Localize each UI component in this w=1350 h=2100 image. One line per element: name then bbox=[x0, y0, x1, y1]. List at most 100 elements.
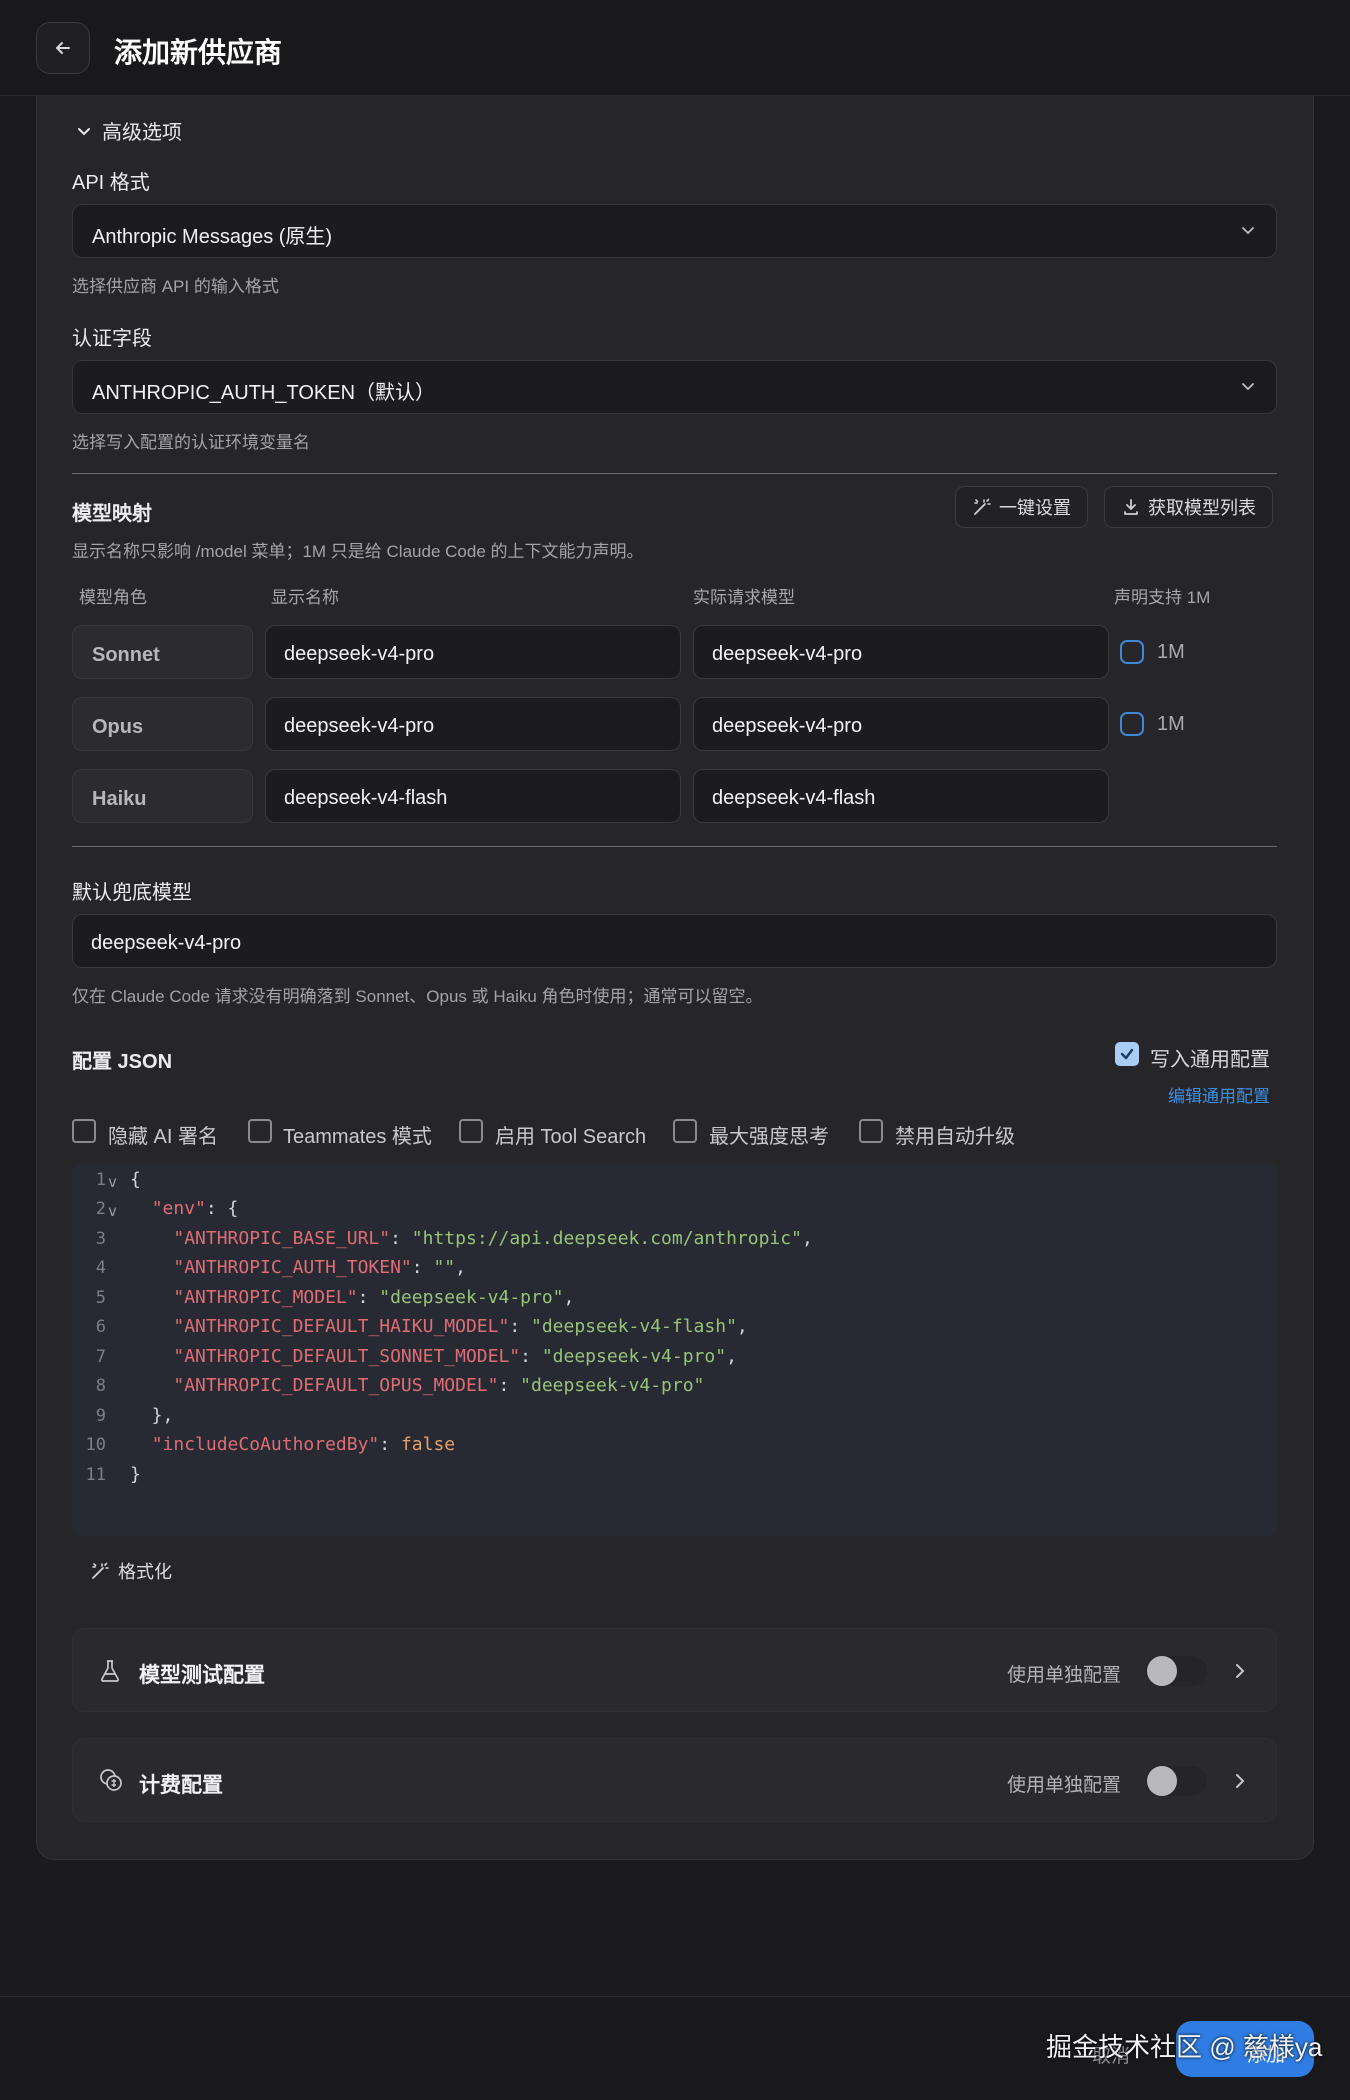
line-number: 6 bbox=[95, 1317, 106, 1337]
line-number: 8 bbox=[95, 1376, 106, 1396]
code-line: } bbox=[130, 1464, 141, 1485]
role-opus: Opus bbox=[72, 697, 253, 751]
line-number: 5 bbox=[95, 1288, 106, 1308]
billing-config-section[interactable]: 计费配置 使用单独配置 bbox=[72, 1738, 1277, 1822]
footer-bar: 取消 添加 掘金技术社区 @ 慈様ya bbox=[0, 1996, 1350, 2100]
sonnet-display-input[interactable]: deepseek-v4-pro bbox=[265, 625, 681, 679]
code-line: }, bbox=[130, 1405, 174, 1426]
column-role: 模型角色 bbox=[79, 588, 147, 607]
line-number: 9 bbox=[95, 1406, 106, 1426]
divider bbox=[72, 846, 1277, 847]
back-button[interactable] bbox=[36, 22, 90, 74]
api-format-select[interactable]: Anthropic Messages (原生) bbox=[72, 204, 1277, 258]
api-format-hint: 选择供应商 API 的输入格式 bbox=[72, 277, 279, 296]
magic-wand-icon bbox=[92, 1562, 109, 1579]
tool-search-label: 启用 Tool Search bbox=[495, 1126, 647, 1148]
config-json-title: 配置 JSON bbox=[72, 1051, 173, 1073]
code-line: "ANTHROPIC_AUTH_TOKEN": "", bbox=[173, 1257, 466, 1278]
code-line: "includeCoAuthoredBy": false bbox=[151, 1434, 456, 1455]
billing-config-title: 计费配置 bbox=[139, 1774, 223, 1797]
tool-search-checkbox[interactable] bbox=[459, 1119, 483, 1143]
max-thinking-checkbox[interactable] bbox=[673, 1119, 697, 1143]
billing-toggle[interactable] bbox=[1145, 1766, 1207, 1796]
fallback-model-label: 默认兜底模型 bbox=[72, 882, 192, 904]
column-support-1m: 声明支持 1M bbox=[1114, 588, 1211, 607]
code-line: "ANTHROPIC_DEFAULT_OPUS_MODEL": "deepsee… bbox=[173, 1375, 705, 1396]
sonnet-1m-label: 1M bbox=[1157, 641, 1185, 663]
code-line: "ANTHROPIC_DEFAULT_HAIKU_MODEL": "deepse… bbox=[173, 1316, 748, 1337]
column-actual-model: 实际请求模型 bbox=[693, 588, 795, 607]
fetch-model-list-button[interactable]: 获取模型列表 bbox=[1104, 486, 1273, 528]
write-common-label: 写入通用配置 bbox=[1150, 1049, 1270, 1071]
model-mapping-title: 模型映射 bbox=[72, 503, 152, 525]
edit-common-link[interactable]: 编辑通用配置 bbox=[1168, 1082, 1270, 1107]
one-click-setup-label: 一键设置 bbox=[999, 498, 1071, 518]
haiku-actual-input[interactable]: deepseek-v4-flash bbox=[693, 769, 1109, 823]
coins-icon bbox=[100, 1769, 122, 1791]
line-number: 1 bbox=[95, 1170, 106, 1190]
arrow-left-icon bbox=[56, 42, 70, 54]
auth-field-label: 认证字段 bbox=[72, 328, 152, 350]
code-line: "ANTHROPIC_BASE_URL": "https://api.deeps… bbox=[173, 1228, 813, 1249]
chevron-down-icon bbox=[1242, 227, 1254, 235]
write-common-checkbox[interactable] bbox=[1115, 1042, 1139, 1066]
chevron-right-icon[interactable] bbox=[1233, 1772, 1247, 1790]
chevron-down-icon bbox=[78, 127, 90, 135]
hide-ai-signature-label: 隐藏 AI 署名 bbox=[108, 1126, 219, 1148]
teammates-mode-checkbox[interactable] bbox=[248, 1119, 272, 1143]
magic-wand-icon bbox=[974, 498, 991, 515]
one-click-setup-button[interactable]: 一键设置 bbox=[955, 486, 1088, 528]
line-number: 7 bbox=[95, 1347, 106, 1367]
code-line: { bbox=[130, 1169, 141, 1190]
max-thinking-label: 最大强度思考 bbox=[709, 1126, 829, 1148]
line-number: 3 bbox=[95, 1229, 106, 1249]
role-haiku: Haiku bbox=[72, 769, 253, 823]
top-bar: 添加新供应商 bbox=[0, 0, 1350, 96]
model-test-separate-label: 使用单独配置 bbox=[1007, 1665, 1122, 1686]
divider bbox=[72, 473, 1277, 474]
format-button[interactable]: 格式化 bbox=[90, 1558, 172, 1584]
check-icon bbox=[1120, 1048, 1134, 1060]
api-format-label: API 格式 bbox=[72, 172, 150, 194]
chevron-right-icon[interactable] bbox=[1233, 1662, 1247, 1680]
chevron-down-icon bbox=[1242, 383, 1254, 391]
opus-1m-checkbox[interactable] bbox=[1120, 712, 1144, 736]
model-test-config-section[interactable]: 模型测试配置 使用单独配置 bbox=[72, 1628, 1277, 1712]
line-number: 10 bbox=[85, 1435, 106, 1455]
disable-auto-upgrade-checkbox[interactable] bbox=[859, 1119, 883, 1143]
role-sonnet: Sonnet bbox=[72, 625, 253, 679]
watermark: 掘金技术社区 @ 慈様ya bbox=[1046, 2032, 1323, 2062]
hide-ai-signature-checkbox[interactable] bbox=[72, 1119, 96, 1143]
opus-1m-label: 1M bbox=[1157, 713, 1185, 735]
line-number: 11 bbox=[85, 1465, 106, 1485]
json-code-editor[interactable]: 1 2 3 4 5 6 7 8 9 10 11 v v { "env": { "… bbox=[72, 1164, 1277, 1536]
opus-display-input[interactable]: deepseek-v4-pro bbox=[265, 697, 681, 751]
sonnet-actual-input[interactable]: deepseek-v4-pro bbox=[693, 625, 1109, 679]
haiku-display-input[interactable]: deepseek-v4-flash bbox=[265, 769, 681, 823]
page-title: 添加新供应商 bbox=[114, 37, 283, 68]
toggle-knob bbox=[1147, 1766, 1177, 1796]
fold-toggle-icon[interactable]: v bbox=[108, 1202, 117, 1220]
api-format-value: Anthropic Messages (原生) bbox=[92, 226, 333, 248]
model-test-config-title: 模型测试配置 bbox=[139, 1664, 265, 1687]
teammates-mode-label: Teammates 模式 bbox=[283, 1126, 432, 1148]
billing-separate-label: 使用单独配置 bbox=[1007, 1775, 1122, 1796]
download-icon bbox=[1124, 499, 1138, 515]
disable-auto-upgrade-label: 禁用自动升级 bbox=[895, 1126, 1015, 1148]
fetch-model-list-label: 获取模型列表 bbox=[1148, 498, 1256, 518]
auth-field-select[interactable]: ANTHROPIC_AUTH_TOKEN（默认） bbox=[72, 360, 1277, 414]
auth-field-hint: 选择写入配置的认证环境变量名 bbox=[72, 433, 310, 452]
line-number: 2 bbox=[95, 1199, 106, 1219]
advanced-options-toggle[interactable]: 高级选项 bbox=[76, 116, 182, 145]
fallback-model-hint: 仅在 Claude Code 请求没有明确落到 Sonnet、Opus 或 Ha… bbox=[72, 987, 763, 1006]
toggle-knob bbox=[1147, 1656, 1177, 1686]
opus-actual-input[interactable]: deepseek-v4-pro bbox=[693, 697, 1109, 751]
fallback-model-input[interactable]: deepseek-v4-pro bbox=[72, 914, 1277, 968]
sonnet-1m-checkbox[interactable] bbox=[1120, 640, 1144, 664]
advanced-options-label: 高级选项 bbox=[102, 122, 182, 144]
column-display-name: 显示名称 bbox=[271, 588, 339, 607]
model-test-toggle[interactable] bbox=[1145, 1656, 1207, 1686]
format-label: 格式化 bbox=[118, 1562, 172, 1582]
code-line: "env": { bbox=[151, 1198, 239, 1219]
fold-toggle-icon[interactable]: v bbox=[108, 1173, 117, 1191]
